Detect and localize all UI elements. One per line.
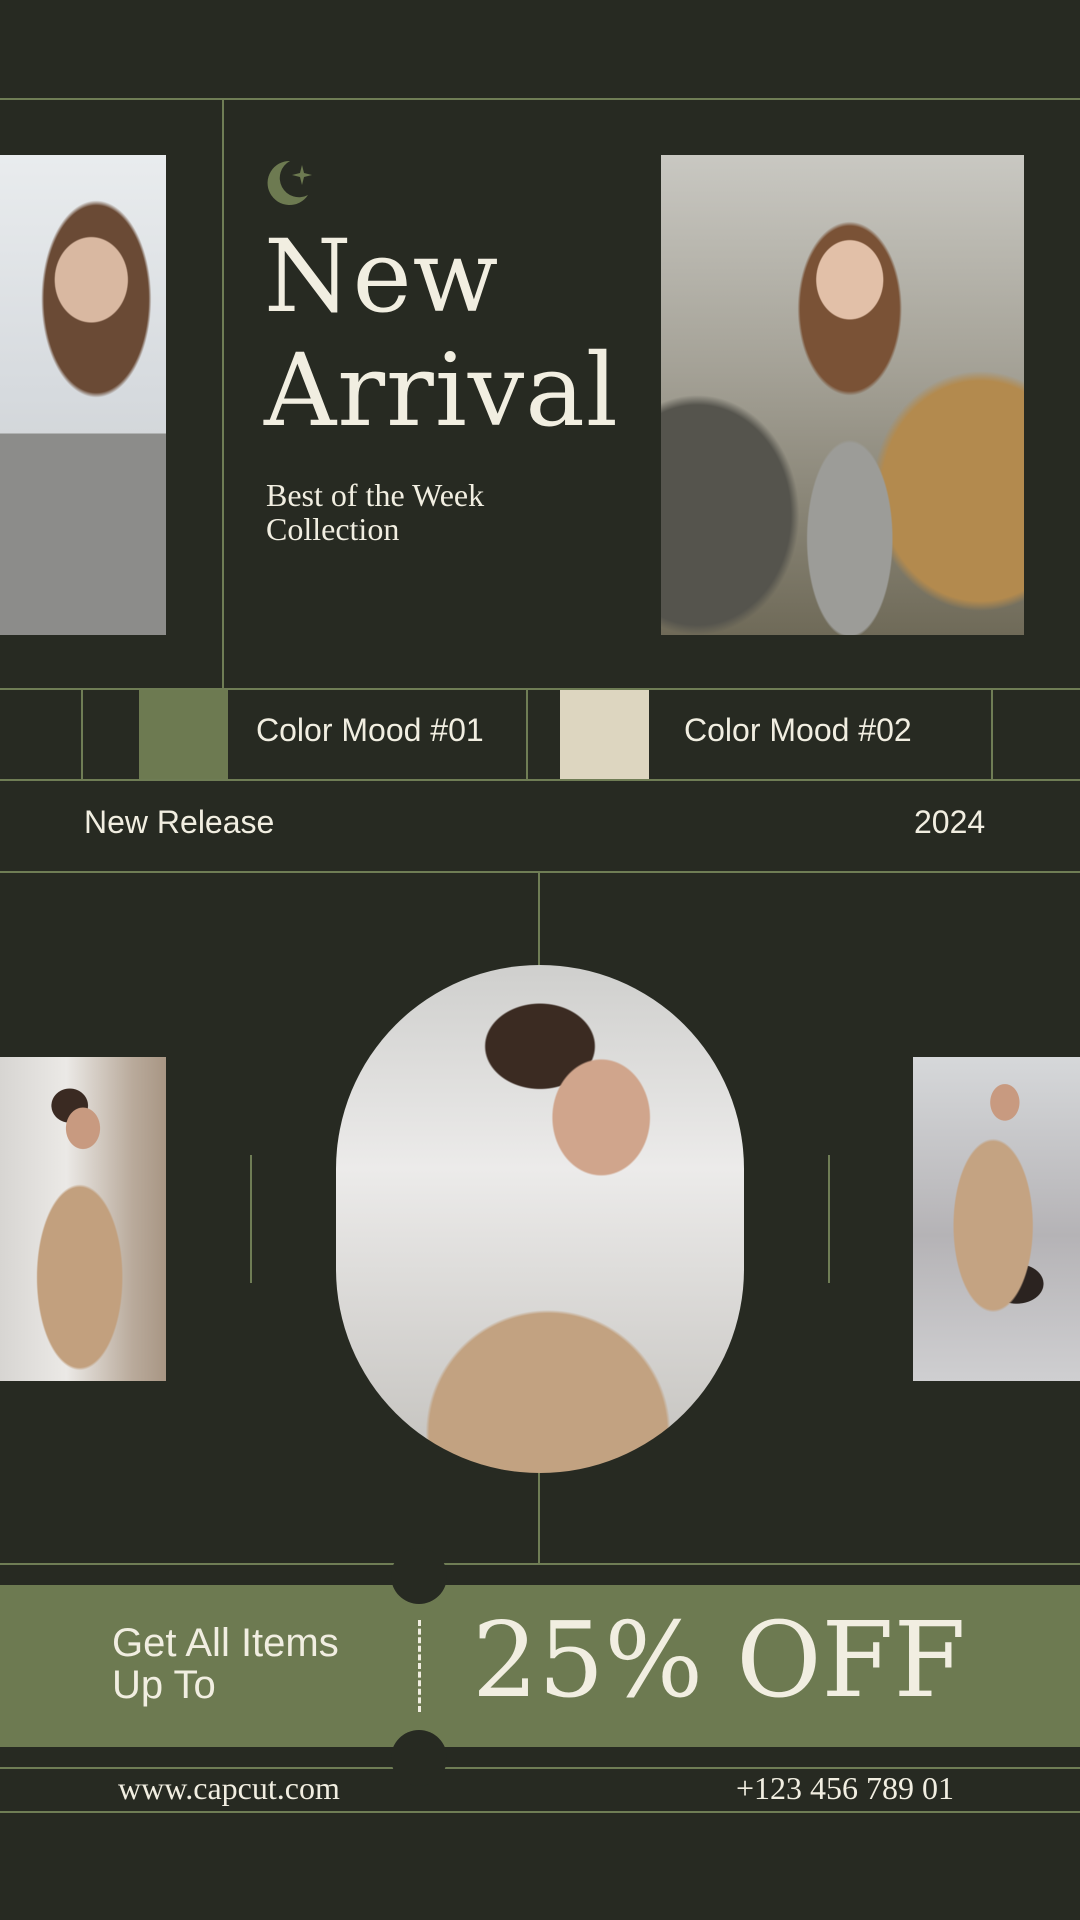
promo-notch-bottom: [391, 1730, 447, 1786]
release-bottom-divider: [0, 871, 1080, 873]
photo-woman-coat-left: [0, 1057, 166, 1381]
color-swatch-1: [139, 690, 228, 779]
hero-subtitle-line1: Best of the Week: [266, 477, 485, 513]
hero-subtitle: Best of the Week Collection: [266, 478, 484, 546]
promo-dashed-divider: [418, 1620, 421, 1712]
color-swatch-2: [560, 690, 649, 779]
color-row-divider: [991, 690, 993, 779]
footer-top-divider: [0, 1767, 1080, 1769]
gallery-bottom-divider: [0, 1563, 1080, 1565]
release-year: 2024: [914, 804, 986, 840]
hero-vertical-divider: [222, 100, 224, 688]
color-mood-label-1: Color Mood #01: [256, 712, 484, 748]
color-row-divider: [81, 690, 83, 779]
new-release-label: New Release: [84, 804, 275, 840]
footer-website[interactable]: www.capcut.com: [118, 1770, 340, 1807]
hero-title-line2: Arrival: [264, 332, 619, 449]
footer-bottom-divider: [0, 1811, 1080, 1813]
footer-phone[interactable]: +123 456 789 01: [736, 1770, 954, 1807]
hero-title: New Arrival: [264, 220, 619, 448]
photo-woman-gray-dress-left: [0, 155, 166, 635]
gallery-right-tick: [828, 1155, 830, 1283]
photo-woman-coat-right: [913, 1057, 1080, 1381]
hero-subtitle-line2: Collection: [266, 511, 400, 547]
photo-woman-gray-dress-right: [661, 155, 1024, 635]
promo-line1: Get All Items: [112, 1621, 339, 1665]
color-mood-label-2: Color Mood #02: [684, 712, 912, 748]
promo-notch-top: [391, 1548, 447, 1604]
promo-text: Get All Items Up To: [112, 1622, 339, 1706]
photo-woman-coat-center: [336, 965, 744, 1473]
color-row-divider: [526, 690, 528, 779]
promo-discount: 25% OFF: [472, 1599, 966, 1721]
color-row-bottom-divider: [0, 779, 1080, 781]
hero-title-line1: New: [264, 218, 500, 335]
promo-line2: Up To: [112, 1663, 216, 1707]
top-divider: [0, 98, 1080, 100]
moon-star-icon: [264, 155, 314, 207]
gallery-left-tick: [250, 1155, 252, 1283]
